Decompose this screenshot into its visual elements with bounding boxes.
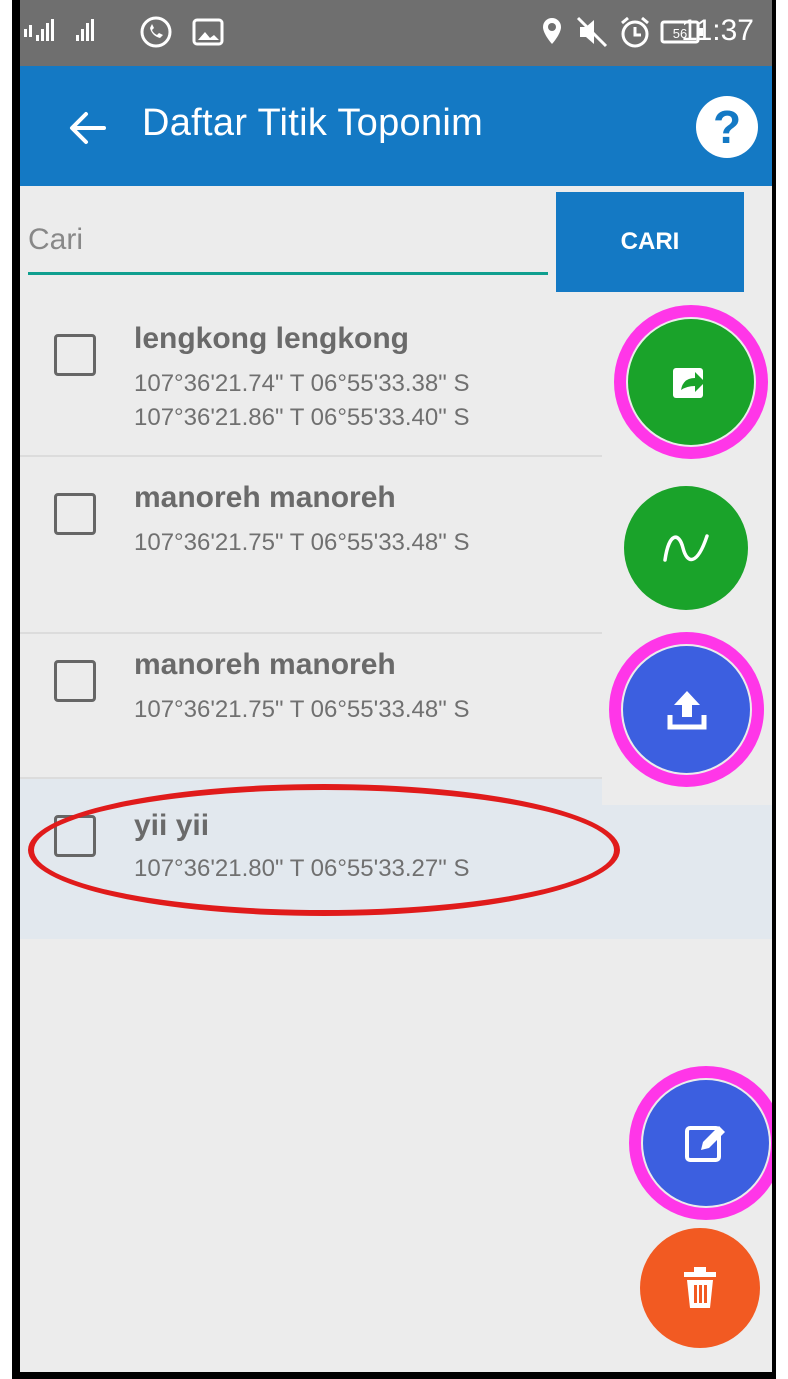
annotation-ellipse	[28, 784, 620, 916]
upload-icon	[667, 690, 706, 729]
status-time: 11:37	[681, 14, 754, 47]
curve-icon	[663, 534, 709, 562]
share-icon	[673, 368, 705, 398]
item-name: manoreh manoreh	[134, 648, 396, 681]
help-icon[interactable]: ?	[696, 96, 758, 158]
item-coordinate: 107°36'21.74" T 06°55'33.38" S	[134, 370, 470, 397]
item-name: manoreh manoreh	[134, 481, 396, 514]
search-button[interactable]: CARI	[556, 192, 744, 292]
page-title: Daftar Titik Toponim	[142, 102, 484, 144]
status-bar: 56 11:37	[20, 0, 772, 66]
back-arrow-icon[interactable]	[60, 100, 116, 156]
location-icon	[540, 12, 564, 52]
item-coordinate: 107°36'21.75" T 06°55'33.48" S	[134, 529, 470, 556]
row-checkbox[interactable]	[54, 660, 96, 702]
app-bar: Daftar Titik Toponim ?	[20, 66, 772, 186]
curve-button[interactable]	[624, 486, 748, 610]
item-coordinate: 107°36'21.75" T 06°55'33.48" S	[134, 696, 470, 723]
item-coordinate: 107°36'21.86" T 06°55'33.40" S	[134, 404, 470, 431]
mute-icon	[576, 12, 610, 52]
screen: 56 11:37 Daftar Titik Toponim ? CARI len…	[20, 0, 772, 1372]
delete-button[interactable]	[640, 1228, 760, 1348]
upload-button[interactable]	[623, 646, 750, 773]
signal-icon	[24, 12, 134, 52]
gallery-icon	[192, 12, 224, 52]
row-checkbox[interactable]	[54, 493, 96, 535]
row-checkbox[interactable]	[54, 334, 96, 376]
search-input[interactable]	[28, 208, 548, 275]
edit-button[interactable]	[643, 1080, 769, 1206]
item-name: lengkong lengkong	[134, 322, 409, 355]
edit-icon	[685, 1126, 725, 1162]
trash-icon	[684, 1267, 716, 1308]
share-button[interactable]	[628, 319, 754, 445]
whatsapp-icon	[138, 12, 174, 52]
alarm-icon	[618, 12, 652, 52]
